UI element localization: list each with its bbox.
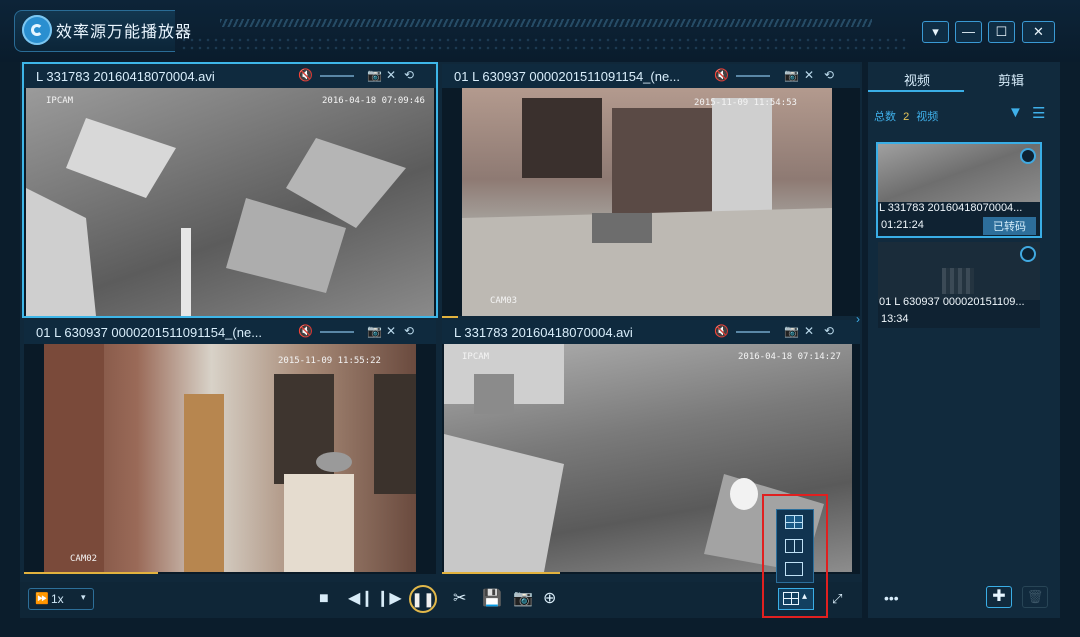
save-icon[interactable]: 💾 xyxy=(482,590,502,608)
snapshot-icon[interactable]: 📷 xyxy=(367,324,382,338)
volume-slider[interactable] xyxy=(320,75,354,77)
title-decoration xyxy=(220,19,872,27)
pane-title: 01 L 630937 0000201511091154_(ne... xyxy=(36,325,263,340)
mute-icon[interactable]: 🔇 xyxy=(298,68,313,82)
app-title: 效率源万能播放器 xyxy=(56,24,193,41)
pane-header: 01 L 630937 0000201511091154_(ne... 🔇 📷 … xyxy=(442,64,860,88)
pane-progress xyxy=(24,572,158,574)
video-frame[interactable]: 2015-11-09 11:54:53 CAM03 xyxy=(462,88,832,316)
step-forward-icon[interactable]: ❙▶ xyxy=(376,590,402,608)
video-pane-3[interactable]: 01 L 630937 0000201511091154_(ne... 🔇 📷 … xyxy=(24,320,436,574)
close-pane-icon[interactable]: ✕ xyxy=(804,324,814,338)
mute-icon[interactable]: 🔇 xyxy=(714,68,729,82)
snapshot-icon[interactable]: 📷 xyxy=(784,68,799,82)
pane-title: 01 L 630937 0000201511091154_(ne... xyxy=(454,69,681,84)
pane-title: L 331783 20160418070004.avi xyxy=(454,325,633,340)
speed-icon: ⏩ xyxy=(35,593,49,605)
pane-header: L 331783 20160418070004.avi 🔇 📷 ✕ ⟲ xyxy=(24,64,436,88)
chevron-down-icon: ▾ xyxy=(81,592,86,602)
item-name: 01 L 630937 000020151109... xyxy=(879,296,1025,308)
menu-dropdown-button[interactable]: ▾ xyxy=(922,21,949,43)
scene-drawing xyxy=(44,344,416,572)
maximize-button[interactable]: ☐ xyxy=(988,21,1015,43)
filter-icon[interactable]: ▼ xyxy=(1008,104,1023,121)
select-radio[interactable] xyxy=(1020,148,1036,164)
close-pane-icon[interactable]: ✕ xyxy=(804,68,814,82)
active-tab-indicator xyxy=(868,90,964,92)
close-pane-icon[interactable]: ✕ xyxy=(386,68,396,82)
more-icon[interactable]: ••• xyxy=(884,590,899,606)
sidebar: 视频 剪辑 总数 2 视频 ▼ ☰ L 331783 2016041807000… xyxy=(868,62,1060,618)
cut-icon[interactable]: ✂ xyxy=(453,590,466,608)
player-grid: L 331783 20160418070004.avi 🔇 📷 ✕ ⟲ IPCA… xyxy=(20,62,862,582)
close-button[interactable]: ✕ xyxy=(1022,21,1055,43)
osd-camera: CAM02 xyxy=(70,554,98,564)
osd-timestamp: 2016-04-18 07:14:27 xyxy=(738,352,841,362)
speed-value: 1x xyxy=(51,592,64,606)
add-video-button[interactable]: ✚ xyxy=(986,586,1012,608)
snapshot-icon[interactable]: 📷 xyxy=(784,324,799,338)
video-frame[interactable]: IPCAM 2016-04-18 07:09:46 xyxy=(26,88,434,316)
osd-timestamp: 2015-11-09 11:55:22 xyxy=(278,356,381,366)
pause-button[interactable]: ❚❚ xyxy=(409,585,437,613)
mute-icon[interactable]: 🔇 xyxy=(714,324,729,338)
film-icon xyxy=(942,268,974,294)
count-value: 2 xyxy=(903,111,910,123)
scene-drawing xyxy=(26,118,406,316)
volume-slider[interactable] xyxy=(736,331,770,333)
video-thumbnail xyxy=(878,242,1040,300)
item-name: L 331783 20160418070004... xyxy=(879,202,1023,214)
item-duration: 01:21:24 xyxy=(881,219,924,231)
volume-slider[interactable] xyxy=(320,331,354,333)
close-pane-icon[interactable]: ✕ xyxy=(386,324,396,338)
pane-progress xyxy=(442,316,458,318)
playback-toolbar: ⏩ 1x ▾ ■ ◀❙ ❙▶ ❚❚ ✂ 💾 📷 ⊕ ▴ ⤢ xyxy=(20,582,862,618)
title-dots-decoration xyxy=(180,36,910,52)
video-thumbnail xyxy=(878,144,1040,202)
volume-slider[interactable] xyxy=(736,75,770,77)
stop-icon[interactable]: ■ xyxy=(319,590,329,608)
loop-icon[interactable]: ⟲ xyxy=(404,68,414,82)
speed-select[interactable]: ⏩ 1x ▾ xyxy=(28,588,94,610)
loop-icon[interactable]: ⟲ xyxy=(404,324,414,338)
osd-timestamp: 2015-11-09 11:54:53 xyxy=(694,98,797,108)
pane-header: 01 L 630937 0000201511091154_(ne... 🔇 📷 … xyxy=(24,320,436,344)
loop-icon[interactable]: ⟲ xyxy=(824,68,834,82)
video-frame[interactable]: 2015-11-09 11:55:22 CAM02 xyxy=(44,344,416,572)
snapshot-icon[interactable]: 📷 xyxy=(367,68,382,82)
app-logo-icon xyxy=(22,15,52,45)
title-bar: 效率源万能播放器 ▾ — ☐ ✕ xyxy=(0,0,1080,62)
item-duration: 13:34 xyxy=(881,313,909,325)
osd-timestamp: 2016-04-18 07:09:46 xyxy=(322,96,425,106)
osd-camera: CAM03 xyxy=(490,296,518,306)
pane-title: L 331783 20160418070004.avi xyxy=(36,69,215,84)
list-icon[interactable]: ☰ xyxy=(1032,104,1045,122)
tab-clip[interactable]: 剪辑 xyxy=(998,70,1024,89)
pane-progress xyxy=(442,572,560,574)
delete-icon[interactable]: 🗑 xyxy=(1022,586,1048,608)
fullscreen-icon[interactable]: ⤢ xyxy=(832,590,842,608)
minimize-button[interactable]: — xyxy=(955,21,982,43)
video-pane-2[interactable]: 01 L 630937 0000201511091154_(ne... 🔇 📷 … xyxy=(442,64,860,318)
step-back-icon[interactable]: ◀❙ xyxy=(348,590,374,608)
video-count: 总数 2 视频 xyxy=(874,108,938,124)
list-item[interactable]: L 331783 20160418070004... 01:21:24 已转码 xyxy=(876,142,1042,238)
annotation-highlight-box xyxy=(762,494,828,618)
pane-header: L 331783 20160418070004.avi 🔇 📷 ✕ ⟲ xyxy=(442,320,860,344)
loop-icon[interactable]: ⟲ xyxy=(824,324,834,338)
count-label: 总数 xyxy=(874,111,896,123)
tab-video[interactable]: 视频 xyxy=(904,70,930,89)
osd-label: IPCAM xyxy=(46,96,74,106)
snapshot-icon[interactable]: 📷 xyxy=(513,590,533,608)
status-badge: 已转码 xyxy=(983,217,1036,235)
video-pane-1[interactable]: L 331783 20160418070004.avi 🔇 📷 ✕ ⟲ IPCA… xyxy=(22,62,438,318)
mute-icon[interactable]: 🔇 xyxy=(298,324,313,338)
count-unit: 视频 xyxy=(916,111,939,123)
zoom-icon[interactable]: ⊕ xyxy=(543,590,556,608)
scene-drawing xyxy=(462,98,832,316)
select-radio[interactable] xyxy=(1020,246,1036,262)
collapse-sidebar-icon[interactable]: › xyxy=(856,312,864,328)
list-item[interactable]: 01 L 630937 000020151109... 13:34 xyxy=(878,242,1040,328)
osd-label: IPCAM xyxy=(462,352,490,362)
